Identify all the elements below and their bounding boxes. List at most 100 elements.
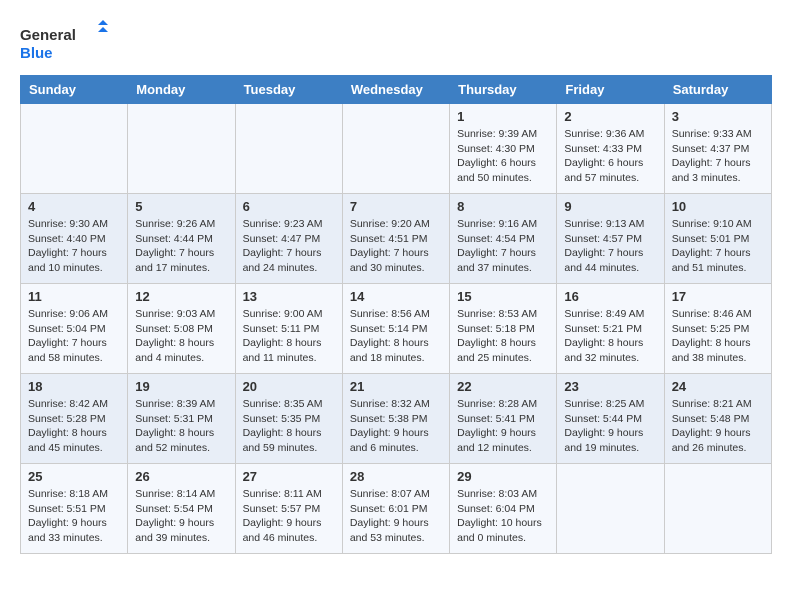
day-number: 17 <box>672 289 764 304</box>
day-info: Sunrise: 8:07 AM Sunset: 6:01 PM Dayligh… <box>350 487 442 546</box>
calendar-cell: 26Sunrise: 8:14 AM Sunset: 5:54 PM Dayli… <box>128 464 235 554</box>
calendar-cell: 24 Sunrise: 8:21 AM Sunset: 5:48 PM Dayli… <box>664 374 771 464</box>
day-number: 11 <box>28 289 120 304</box>
calendar-cell <box>342 104 449 194</box>
weekday-header-saturday: Saturday <box>664 76 771 104</box>
calendar-cell <box>664 464 771 554</box>
calendar-cell <box>557 464 664 554</box>
day-info: Sunrise: 9:20 AM Sunset: 4:51 PM Dayligh… <box>350 217 442 276</box>
day-number: 7 <box>350 199 442 214</box>
day-number: 22 <box>457 379 549 394</box>
calendar-cell: 16 Sunrise: 8:49 AM Sunset: 5:21 PM Dayli… <box>557 284 664 374</box>
weekday-header-tuesday: Tuesday <box>235 76 342 104</box>
calendar-cell: 23Sunrise: 8:25 AM Sunset: 5:44 PM Dayli… <box>557 374 664 464</box>
calendar-cell: 15 Sunrise: 8:53 AM Sunset: 5:18 PM Dayli… <box>450 284 557 374</box>
day-number: 28 <box>350 469 442 484</box>
day-number: 18 <box>28 379 120 394</box>
day-info: Sunrise: 8:39 AM Sunset: 5:31 PM Dayligh… <box>135 397 227 456</box>
day-number: 9 <box>564 199 656 214</box>
weekday-header-wednesday: Wednesday <box>342 76 449 104</box>
day-number: 15 <box>457 289 549 304</box>
calendar-cell: 11 Sunrise: 9:06 AM Sunset: 5:04 PM Dayli… <box>21 284 128 374</box>
page-header: General Blue <box>20 20 772 65</box>
day-number: 3 <box>672 109 764 124</box>
day-number: 14 <box>350 289 442 304</box>
calendar-cell: 7 Sunrise: 9:20 AM Sunset: 4:51 PM Daylig… <box>342 194 449 284</box>
day-info: Sunrise: 9:13 AM Sunset: 4:57 PM Dayligh… <box>564 217 656 276</box>
day-number: 13 <box>243 289 335 304</box>
day-info: Sunrise: 8:25 AM Sunset: 5:44 PM Dayligh… <box>564 397 656 456</box>
calendar-cell: 8 Sunrise: 9:16 AM Sunset: 4:54 PM Daylig… <box>450 194 557 284</box>
svg-text:General: General <box>20 27 76 44</box>
day-number: 6 <box>243 199 335 214</box>
day-info: Sunrise: 9:33 AM Sunset: 4:37 PM Dayligh… <box>672 127 764 186</box>
day-info: Sunrise: 9:00 AM Sunset: 5:11 PM Dayligh… <box>243 307 335 366</box>
day-number: 24 <box>672 379 764 394</box>
calendar-cell: 22 Sunrise: 8:28 AM Sunset: 5:41 PM Dayli… <box>450 374 557 464</box>
week-row-4: 18 Sunrise: 8:42 AM Sunset: 5:28 PM Dayli… <box>21 374 772 464</box>
day-number: 25 <box>28 469 120 484</box>
day-info: Sunrise: 9:30 AM Sunset: 4:40 PM Dayligh… <box>28 217 120 276</box>
day-number: 29 <box>457 469 549 484</box>
day-info: Sunrise: 8:49 AM Sunset: 5:21 PM Dayligh… <box>564 307 656 366</box>
day-number: 19 <box>135 379 227 394</box>
day-info: Sunrise: 8:28 AM Sunset: 5:41 PM Dayligh… <box>457 397 549 456</box>
calendar-cell <box>235 104 342 194</box>
calendar-cell: 9 Sunrise: 9:13 AM Sunset: 4:57 PM Daylig… <box>557 194 664 284</box>
day-info: Sunrise: 9:23 AM Sunset: 4:47 PM Dayligh… <box>243 217 335 276</box>
day-info: Sunrise: 8:46 AM Sunset: 5:25 PM Dayligh… <box>672 307 764 366</box>
day-info: Sunrise: 9:16 AM Sunset: 4:54 PM Dayligh… <box>457 217 549 276</box>
day-number: 20 <box>243 379 335 394</box>
calendar-cell: 28 Sunrise: 8:07 AM Sunset: 6:01 PM Dayli… <box>342 464 449 554</box>
calendar-cell: 19 Sunrise: 8:39 AM Sunset: 5:31 PM Dayli… <box>128 374 235 464</box>
day-info: Sunrise: 8:32 AM Sunset: 5:38 PM Dayligh… <box>350 397 442 456</box>
week-row-5: 25 Sunrise: 8:18 AM Sunset: 5:51 PM Dayli… <box>21 464 772 554</box>
calendar-cell: 13 Sunrise: 9:00 AM Sunset: 5:11 PM Dayli… <box>235 284 342 374</box>
day-info: Sunrise: 9:39 AM Sunset: 4:30 PM Dayligh… <box>457 127 549 186</box>
day-number: 21 <box>350 379 442 394</box>
calendar-cell: 2Sunrise: 9:36 AM Sunset: 4:33 PM Daylig… <box>557 104 664 194</box>
calendar-cell: 6 Sunrise: 9:23 AM Sunset: 4:47 PM Daylig… <box>235 194 342 284</box>
day-info: Sunrise: 8:03 AM Sunset: 6:04 PM Dayligh… <box>457 487 549 546</box>
day-number: 27 <box>243 469 335 484</box>
day-info: Sunrise: 8:35 AM Sunset: 5:35 PM Dayligh… <box>243 397 335 456</box>
calendar-cell: 29 Sunrise: 8:03 AM Sunset: 6:04 PM Dayli… <box>450 464 557 554</box>
calendar-cell: 4 Sunrise: 9:30 AM Sunset: 4:40 PM Daylig… <box>21 194 128 284</box>
week-row-1: 1Sunrise: 9:39 AM Sunset: 4:30 PM Daylig… <box>21 104 772 194</box>
calendar-cell: 12Sunrise: 9:03 AM Sunset: 5:08 PM Dayli… <box>128 284 235 374</box>
day-info: Sunrise: 9:26 AM Sunset: 4:44 PM Dayligh… <box>135 217 227 276</box>
calendar-cell: 27 Sunrise: 8:11 AM Sunset: 5:57 PM Dayli… <box>235 464 342 554</box>
calendar-cell: 20 Sunrise: 8:35 AM Sunset: 5:35 PM Dayli… <box>235 374 342 464</box>
calendar-cell: 10 Sunrise: 9:10 AM Sunset: 5:01 PM Dayli… <box>664 194 771 284</box>
calendar-cell: 3 Sunrise: 9:33 AM Sunset: 4:37 PM Daylig… <box>664 104 771 194</box>
calendar-cell: 1Sunrise: 9:39 AM Sunset: 4:30 PM Daylig… <box>450 104 557 194</box>
weekday-header-friday: Friday <box>557 76 664 104</box>
day-info: Sunrise: 8:21 AM Sunset: 5:48 PM Dayligh… <box>672 397 764 456</box>
weekday-header-row: SundayMondayTuesdayWednesdayThursdayFrid… <box>21 76 772 104</box>
logo-svg: General Blue <box>20 20 110 65</box>
calendar-cell <box>21 104 128 194</box>
weekday-header-sunday: Sunday <box>21 76 128 104</box>
day-number: 5 <box>135 199 227 214</box>
day-number: 26 <box>135 469 227 484</box>
day-number: 4 <box>28 199 120 214</box>
week-row-2: 4 Sunrise: 9:30 AM Sunset: 4:40 PM Daylig… <box>21 194 772 284</box>
day-info: Sunrise: 8:42 AM Sunset: 5:28 PM Dayligh… <box>28 397 120 456</box>
day-number: 2 <box>564 109 656 124</box>
weekday-header-thursday: Thursday <box>450 76 557 104</box>
logo: General Blue <box>20 20 110 65</box>
day-number: 16 <box>564 289 656 304</box>
day-info: Sunrise: 9:06 AM Sunset: 5:04 PM Dayligh… <box>28 307 120 366</box>
calendar-cell: 21 Sunrise: 8:32 AM Sunset: 5:38 PM Dayli… <box>342 374 449 464</box>
weekday-header-monday: Monday <box>128 76 235 104</box>
day-info: Sunrise: 9:10 AM Sunset: 5:01 PM Dayligh… <box>672 217 764 276</box>
day-info: Sunrise: 8:18 AM Sunset: 5:51 PM Dayligh… <box>28 487 120 546</box>
day-info: Sunrise: 8:56 AM Sunset: 5:14 PM Dayligh… <box>350 307 442 366</box>
day-number: 8 <box>457 199 549 214</box>
day-number: 10 <box>672 199 764 214</box>
calendar-cell: 5 Sunrise: 9:26 AM Sunset: 4:44 PM Daylig… <box>128 194 235 284</box>
week-row-3: 11 Sunrise: 9:06 AM Sunset: 5:04 PM Dayli… <box>21 284 772 374</box>
svg-text:Blue: Blue <box>20 45 53 62</box>
day-info: Sunrise: 8:11 AM Sunset: 5:57 PM Dayligh… <box>243 487 335 546</box>
day-info: Sunrise: 8:53 AM Sunset: 5:18 PM Dayligh… <box>457 307 549 366</box>
